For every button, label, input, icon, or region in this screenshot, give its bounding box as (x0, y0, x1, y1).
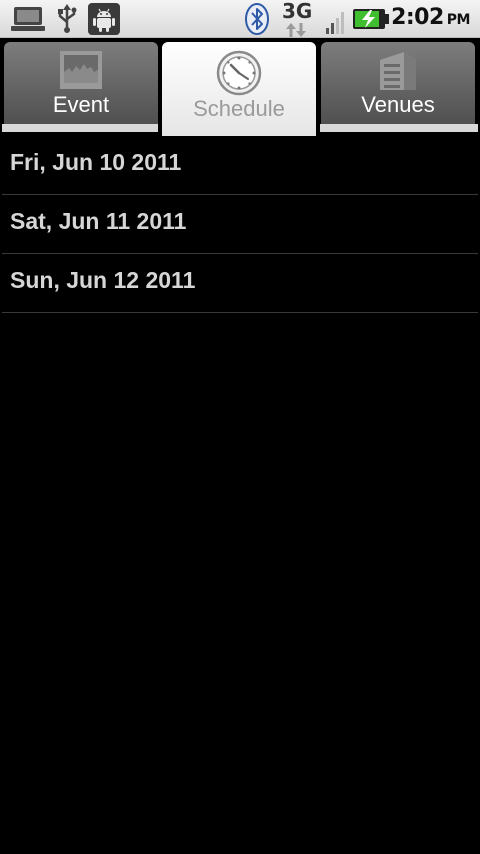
list-item[interactable]: Sat, Jun 11 2011 (2, 195, 478, 254)
signal-icon (326, 8, 348, 38)
laptop-icon (10, 6, 46, 36)
tab-schedule-label: Schedule (193, 96, 285, 121)
event-icon (59, 50, 103, 94)
list-item-label: Sun, Jun 12 2011 (10, 267, 196, 293)
clock-icon (216, 50, 262, 100)
battery-charging-icon (352, 7, 390, 35)
schedule-day-list: Fri, Jun 10 2011 Sat, Jun 11 2011 Sun, J… (2, 136, 478, 313)
list-item-label: Fri, Jun 10 2011 (10, 149, 182, 175)
tab-bar: Event Schedule Venues (0, 38, 480, 136)
android-debug-icon (88, 3, 120, 39)
tab-event-underline (2, 124, 158, 132)
status-clock: 2:02 PM (391, 5, 470, 30)
tab-venues[interactable]: Venues (321, 42, 475, 124)
tab-event-label: Event (52, 92, 110, 117)
tab-venues-underline (320, 124, 478, 132)
tab-schedule[interactable]: Schedule (162, 42, 316, 136)
list-item[interactable]: Fri, Jun 10 2011 (2, 136, 478, 195)
clock-ampm: PM (446, 12, 471, 28)
building-icon (376, 50, 420, 96)
list-item[interactable]: Sun, Jun 12 2011 (2, 254, 478, 313)
tab-venues-label: Venues (361, 92, 435, 117)
status-bar: 3G 2:02 PM (0, 0, 480, 38)
bluetooth-icon (244, 2, 270, 40)
network-type-label: 3G (282, 0, 313, 23)
list-item-label: Sat, Jun 11 2011 (10, 208, 187, 234)
tab-event[interactable]: Event (4, 42, 158, 124)
clock-time: 2:02 (391, 5, 444, 30)
usb-icon (56, 4, 78, 38)
